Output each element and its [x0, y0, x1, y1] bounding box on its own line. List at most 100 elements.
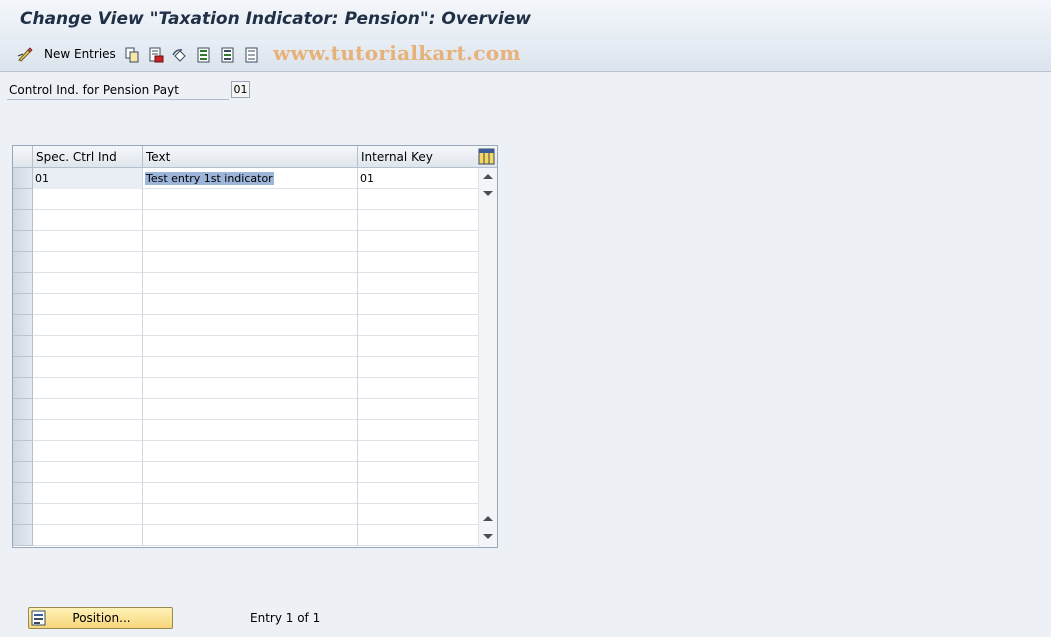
new-entries-button[interactable]: New Entries [44, 47, 116, 61]
cell-internal-key[interactable] [358, 462, 478, 483]
cell-spec-ctrl-ind[interactable] [33, 210, 143, 231]
cell-spec-ctrl-ind[interactable] [33, 483, 143, 504]
cell-text[interactable] [143, 273, 358, 294]
cell-spec-ctrl-ind[interactable] [33, 378, 143, 399]
table-row[interactable] [13, 399, 478, 420]
cell-internal-key[interactable] [358, 378, 478, 399]
cell-internal-key[interactable] [358, 483, 478, 504]
row-selector[interactable] [13, 357, 33, 378]
table-row[interactable] [13, 315, 478, 336]
cell-internal-key[interactable] [358, 315, 478, 336]
table-row[interactable] [13, 525, 478, 546]
cell-text[interactable] [143, 399, 358, 420]
table-settings-icon[interactable] [478, 148, 495, 165]
column-header-internal-key[interactable]: Internal Key [358, 146, 478, 167]
row-selector[interactable] [13, 168, 33, 189]
cell-internal-key[interactable] [358, 252, 478, 273]
row-selector[interactable] [13, 273, 33, 294]
cell-spec-ctrl-ind[interactable] [33, 525, 143, 546]
cell-text[interactable] [143, 315, 358, 336]
row-selector[interactable] [13, 420, 33, 441]
cell-text[interactable] [143, 357, 358, 378]
cell-spec-ctrl-ind[interactable] [33, 315, 143, 336]
row-selector[interactable] [13, 210, 33, 231]
row-selector[interactable] [13, 336, 33, 357]
cell-text[interactable] [143, 462, 358, 483]
column-header-spec-ctrl-ind[interactable]: Spec. Ctrl Ind [33, 146, 143, 167]
position-button[interactable]: Position... [28, 607, 173, 629]
cell-spec-ctrl-ind[interactable] [33, 189, 143, 210]
row-selector[interactable] [13, 504, 33, 525]
scroll-down-bottom-icon[interactable] [483, 534, 493, 539]
cell-spec-ctrl-ind[interactable] [33, 420, 143, 441]
table-row[interactable] [13, 378, 478, 399]
cell-text[interactable] [143, 231, 358, 252]
table-row[interactable] [13, 231, 478, 252]
select-block-icon[interactable] [220, 46, 236, 64]
table-row[interactable] [13, 189, 478, 210]
cell-internal-key[interactable] [358, 210, 478, 231]
table-row[interactable]: 01 Test entry 1st indicator 01 [13, 168, 478, 189]
cell-text[interactable] [143, 441, 358, 462]
cell-spec-ctrl-ind[interactable]: 01 [33, 168, 143, 189]
table-row[interactable] [13, 252, 478, 273]
table-row[interactable] [13, 504, 478, 525]
cell-text[interactable] [143, 336, 358, 357]
cell-spec-ctrl-ind[interactable] [33, 462, 143, 483]
cell-text[interactable] [143, 504, 358, 525]
cell-text[interactable] [143, 525, 358, 546]
row-selector[interactable] [13, 252, 33, 273]
column-header-text[interactable]: Text [143, 146, 358, 167]
undo-icon[interactable] [172, 46, 188, 64]
table-row[interactable] [13, 420, 478, 441]
table-row[interactable] [13, 357, 478, 378]
scroll-up-bottom-icon[interactable] [483, 516, 493, 521]
cell-spec-ctrl-ind[interactable] [33, 504, 143, 525]
cell-spec-ctrl-ind[interactable] [33, 231, 143, 252]
cell-internal-key[interactable] [358, 336, 478, 357]
row-selector[interactable] [13, 315, 33, 336]
row-selector[interactable] [13, 189, 33, 210]
table-row[interactable] [13, 483, 478, 504]
cell-spec-ctrl-ind[interactable] [33, 336, 143, 357]
cell-text[interactable] [143, 210, 358, 231]
cell-internal-key[interactable] [358, 189, 478, 210]
row-selector[interactable] [13, 525, 33, 546]
cell-spec-ctrl-ind[interactable] [33, 273, 143, 294]
cell-spec-ctrl-ind[interactable] [33, 357, 143, 378]
table-row[interactable] [13, 336, 478, 357]
cell-internal-key[interactable]: 01 [358, 168, 478, 189]
cell-spec-ctrl-ind[interactable] [33, 399, 143, 420]
cell-text[interactable] [143, 483, 358, 504]
cell-internal-key[interactable] [358, 399, 478, 420]
select-all-rows-cell[interactable] [13, 146, 33, 167]
cell-text[interactable] [143, 420, 358, 441]
row-selector[interactable] [13, 399, 33, 420]
cell-text[interactable] [143, 378, 358, 399]
cell-spec-ctrl-ind[interactable] [33, 441, 143, 462]
table-row[interactable] [13, 273, 478, 294]
table-row[interactable] [13, 441, 478, 462]
cell-internal-key[interactable] [358, 294, 478, 315]
vertical-scrollbar[interactable] [478, 168, 497, 547]
cell-spec-ctrl-ind[interactable] [33, 252, 143, 273]
cell-internal-key[interactable] [358, 525, 478, 546]
cell-text[interactable] [143, 252, 358, 273]
table-row[interactable] [13, 462, 478, 483]
row-selector[interactable] [13, 441, 33, 462]
table-row[interactable] [13, 210, 478, 231]
select-all-icon[interactable] [196, 46, 212, 64]
copy-icon[interactable] [124, 46, 140, 64]
cell-text[interactable]: Test entry 1st indicator [143, 168, 358, 189]
row-selector[interactable] [13, 294, 33, 315]
cell-internal-key[interactable] [358, 420, 478, 441]
scroll-down-top-icon[interactable] [483, 191, 493, 196]
cell-text[interactable] [143, 189, 358, 210]
table-row[interactable] [13, 294, 478, 315]
cell-internal-key[interactable] [358, 357, 478, 378]
cell-internal-key[interactable] [358, 441, 478, 462]
cell-text[interactable] [143, 294, 358, 315]
row-selector[interactable] [13, 231, 33, 252]
cell-internal-key[interactable] [358, 273, 478, 294]
row-selector[interactable] [13, 462, 33, 483]
